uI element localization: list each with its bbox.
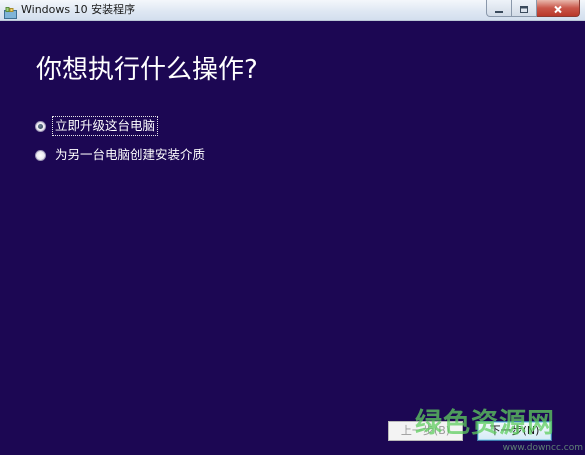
content-area: 你想执行什么操作? 立即升级这台电脑 为另一台电脑创建安装介质 上一步(B) 下… (0, 21, 585, 455)
radio-create-media[interactable] (35, 149, 46, 161)
close-icon (553, 0, 563, 18)
title-bar[interactable]: Windows 10 安装程序 (0, 0, 585, 21)
maximize-button[interactable] (512, 0, 537, 17)
option-upgrade-this-pc[interactable]: 立即升级这台电脑 (35, 116, 159, 136)
setup-window: Windows 10 安装程序 你想执行什么操作? 立即升级这台电脑 为另一台电… (0, 0, 585, 455)
caption-buttons (486, 0, 580, 18)
option-label: 为另一台电脑创建安装介质 (55, 147, 206, 162)
window-title: Windows 10 安装程序 (21, 3, 136, 16)
option-label: 立即升级这台电脑 (51, 116, 159, 136)
radio-upgrade-this-pc[interactable] (35, 120, 46, 132)
page-heading: 你想执行什么操作? (36, 55, 258, 85)
setup-app-icon (4, 4, 17, 19)
minimize-button[interactable] (486, 0, 512, 17)
watermark-subtext: www.downcc.com (502, 443, 583, 453)
option-create-media[interactable]: 为另一台电脑创建安装介质 (35, 146, 207, 164)
watermark-text: 绿色资源网 (415, 408, 555, 439)
maximize-icon (519, 0, 529, 18)
minimize-icon (494, 0, 504, 18)
close-button[interactable] (537, 0, 580, 17)
